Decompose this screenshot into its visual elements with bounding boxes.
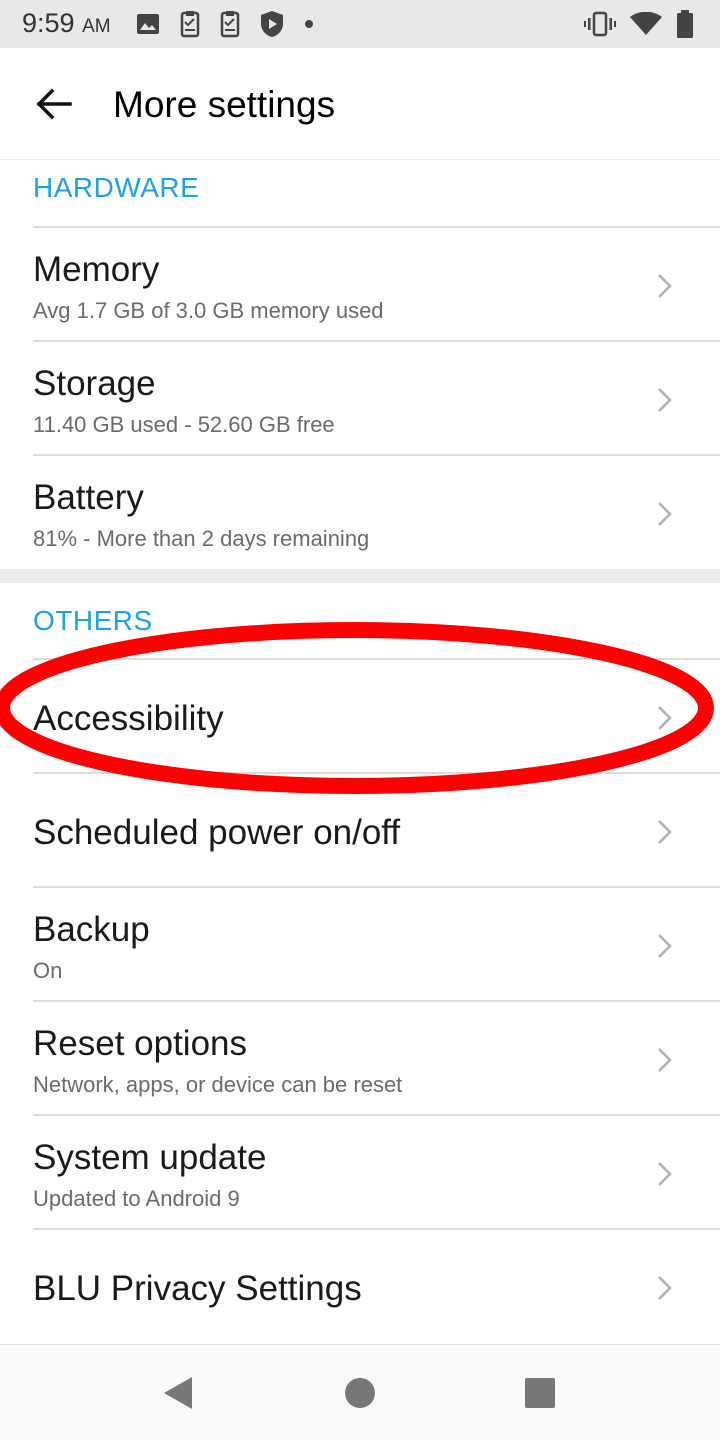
item-title: Storage bbox=[33, 364, 156, 403]
triangle-back-icon[interactable] bbox=[158, 1373, 198, 1413]
chevron-right-icon bbox=[658, 934, 672, 958]
back-button[interactable] bbox=[22, 72, 86, 136]
status-time: 9:59 AM bbox=[22, 8, 111, 39]
chevron-right-icon bbox=[658, 820, 672, 844]
settings-item-scheduled-power[interactable]: Scheduled power on/off bbox=[0, 774, 720, 888]
battery-icon bbox=[677, 10, 693, 38]
item-title: Scheduled power on/off bbox=[33, 813, 401, 852]
dot-icon bbox=[305, 20, 313, 28]
settings-item-backup[interactable]: Backup On bbox=[0, 888, 720, 1002]
chevron-right-icon bbox=[658, 274, 672, 298]
vibrate-icon bbox=[584, 11, 616, 37]
chevron-right-icon bbox=[658, 1276, 672, 1300]
item-subtitle: Avg 1.7 GB of 3.0 GB memory used bbox=[33, 298, 384, 323]
section-header-hardware: HARDWARE bbox=[33, 172, 200, 203]
chevron-right-icon bbox=[658, 502, 672, 526]
item-subtitle: Updated to Android 9 bbox=[33, 1186, 240, 1211]
settings-item-system-update[interactable]: System update Updated to Android 9 bbox=[0, 1116, 720, 1230]
settings-item-storage[interactable]: Storage 11.40 GB used - 52.60 GB free bbox=[0, 342, 720, 456]
clipboard-icon bbox=[220, 11, 240, 38]
settings-item-accessibility[interactable]: Accessibility bbox=[0, 660, 720, 774]
item-title: Memory bbox=[33, 250, 160, 289]
page-title: More settings bbox=[113, 84, 336, 125]
item-subtitle: On bbox=[33, 958, 63, 983]
arrow-left-icon bbox=[36, 88, 72, 120]
item-title: Reset options bbox=[33, 1024, 248, 1063]
item-title: Accessibility bbox=[33, 699, 224, 738]
item-title: System update bbox=[33, 1138, 267, 1177]
settings-item-battery[interactable]: Battery 81% - More than 2 days remaining bbox=[0, 456, 720, 569]
item-title: Backup bbox=[33, 910, 150, 949]
chevron-right-icon bbox=[658, 1048, 672, 1072]
section-header-others: OTHERS bbox=[33, 605, 153, 636]
settings-item-reset-options[interactable]: Reset options Network, apps, or device c… bbox=[0, 1002, 720, 1116]
status-time-ampm: AM bbox=[82, 16, 111, 37]
circle-home-icon[interactable] bbox=[340, 1373, 380, 1413]
chevron-right-icon bbox=[658, 1162, 672, 1186]
chevron-right-icon bbox=[658, 706, 672, 730]
navigation-bar bbox=[0, 1344, 720, 1440]
settings-item-memory[interactable]: Memory Avg 1.7 GB of 3.0 GB memory used bbox=[0, 228, 720, 342]
status-time-value: 9:59 bbox=[22, 8, 75, 38]
status-bar: 9:59 AM bbox=[0, 0, 720, 48]
section-gap bbox=[0, 569, 720, 583]
item-subtitle: 81% - More than 2 days remaining bbox=[33, 526, 370, 551]
item-subtitle: 11.40 GB used - 52.60 GB free bbox=[33, 412, 335, 437]
item-title: Battery bbox=[33, 478, 144, 517]
item-subtitle: Network, apps, or device can be reset bbox=[33, 1072, 403, 1097]
clipboard-icon bbox=[180, 11, 200, 38]
square-recents-icon[interactable] bbox=[520, 1373, 560, 1413]
status-left-icons bbox=[136, 9, 314, 39]
settings-item-blu-privacy[interactable]: BLU Privacy Settings bbox=[0, 1230, 720, 1344]
shield-play-icon bbox=[261, 11, 283, 37]
chevron-right-icon bbox=[658, 388, 672, 412]
app-bar: More settings bbox=[0, 48, 720, 160]
wifi-icon bbox=[630, 12, 662, 35]
image-icon bbox=[137, 14, 159, 34]
status-right-icons bbox=[584, 9, 694, 39]
item-title: BLU Privacy Settings bbox=[33, 1269, 362, 1308]
